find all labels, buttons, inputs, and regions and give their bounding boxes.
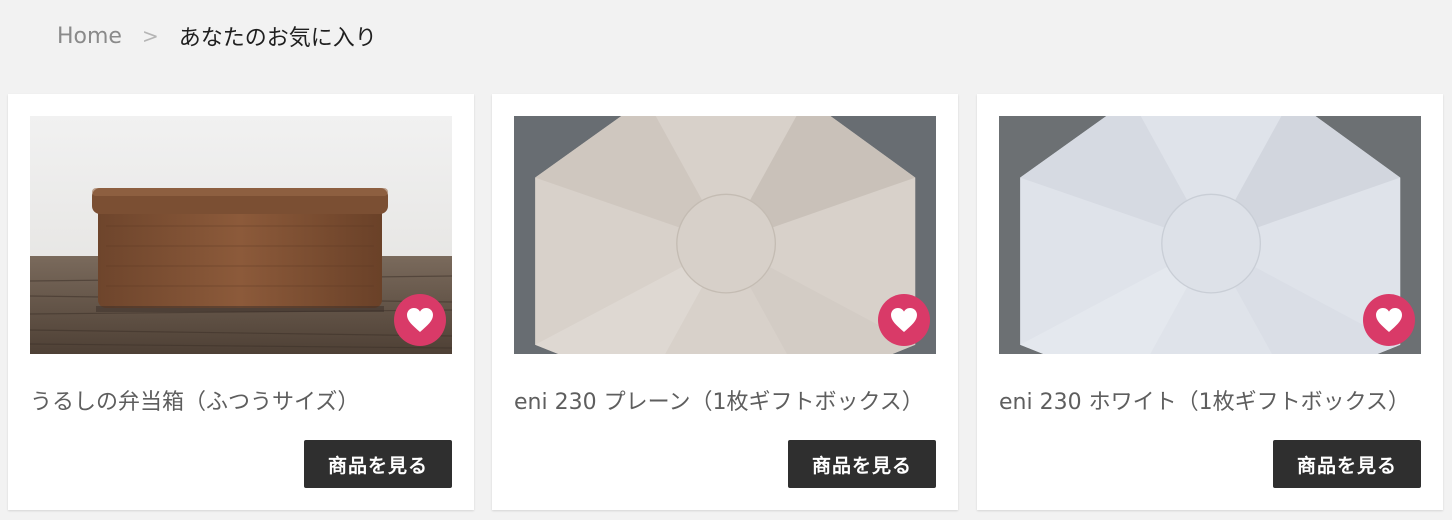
breadcrumb-current: あなたのお気に入り <box>178 26 377 51</box>
product-image[interactable] <box>999 116 1421 354</box>
view-product-button[interactable]: 商品を見る <box>304 440 452 488</box>
favorite-button[interactable] <box>1363 294 1415 346</box>
product-card: うるしの弁当箱（ふつうサイズ） 商品を見る <box>8 94 474 510</box>
product-card: eni 230 プレーン（1枚ギフトボックス） 商品を見る <box>492 94 958 510</box>
breadcrumb-home-link[interactable]: Home <box>57 24 122 49</box>
view-product-button[interactable]: 商品を見る <box>788 440 936 488</box>
breadcrumb: Home > あなたのお気に入り <box>57 20 377 52</box>
heart-icon <box>407 308 433 332</box>
product-title[interactable]: eni 230 プレーン（1枚ギフトボックス） <box>514 384 936 416</box>
product-image[interactable] <box>30 116 452 354</box>
view-product-button[interactable]: 商品を見る <box>1273 440 1421 488</box>
product-title[interactable]: うるしの弁当箱（ふつうサイズ） <box>30 384 452 416</box>
product-card: eni 230 ホワイト（1枚ギフトボックス） 商品を見る <box>977 94 1443 510</box>
product-image[interactable] <box>514 116 936 354</box>
breadcrumb-separator: > <box>141 24 159 48</box>
heart-icon <box>1376 308 1402 332</box>
product-title[interactable]: eni 230 ホワイト（1枚ギフトボックス） <box>999 384 1421 416</box>
heart-icon <box>891 308 917 332</box>
favorite-button[interactable] <box>878 294 930 346</box>
favorite-button[interactable] <box>394 294 446 346</box>
